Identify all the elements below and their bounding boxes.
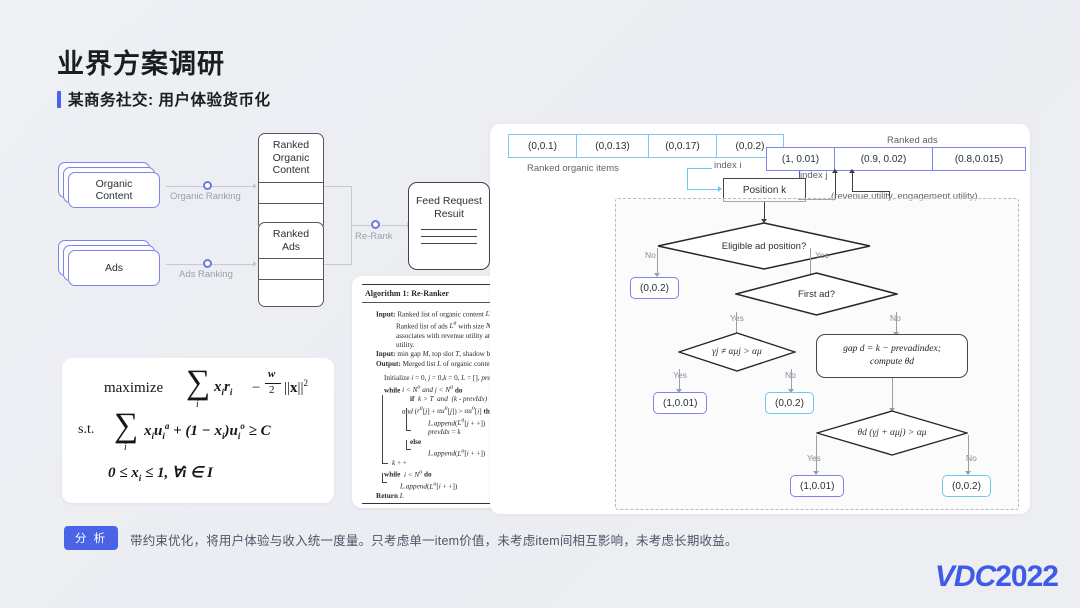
formula-line2-prefix: s.t. <box>78 422 95 437</box>
node-dot-organic-ranking <box>203 181 212 190</box>
analysis-badge: 分 析 <box>64 526 118 550</box>
arrow-head-ads <box>253 260 257 267</box>
decision-eligible-ad-position: Eligible ad position? <box>657 222 871 270</box>
result-line <box>421 243 477 244</box>
algorithm-bracket <box>382 395 383 463</box>
decision-theta-compare: θd (γj + αμj) > αμ <box>816 410 968 456</box>
formula-sum-symbol-1: ∑ <box>186 364 211 401</box>
index-i-arrowhead <box>718 186 722 192</box>
ads-label: Ads <box>68 250 160 286</box>
formula-sum-index-2: i <box>124 442 127 453</box>
formula-line1-prefix: maximize <box>104 380 164 396</box>
algorithm-bracket <box>382 463 388 464</box>
page-subtitle: 某商务社交: 用户体验货币化 <box>68 92 271 109</box>
subtitle-group: 某商务社交: 用户体验货币化 <box>57 88 270 110</box>
connector-label-rerank: Re-Rank <box>355 231 393 242</box>
formula-w: w <box>268 368 276 380</box>
vdc-logo-mark: VDC <box>934 560 996 593</box>
node-dot-rerank <box>371 220 380 229</box>
algorithm-bracket <box>406 408 407 430</box>
vdc-logo-year: 2022 <box>995 560 1059 593</box>
algorithm-bracket <box>382 482 387 483</box>
ad-cell: (0.8,0.015) <box>932 147 1026 171</box>
index-i-line-h <box>687 168 712 170</box>
index-i-line-v <box>687 168 689 189</box>
ranked-organic-title: Ranked Organic Content <box>259 134 323 183</box>
ranked-organic-items-label: Ranked organic items <box>527 163 619 174</box>
formula-line3: 0 ≤ xi ≤ 1, ∀i ∈ I <box>108 465 213 483</box>
vdc-logo: VDC2022 <box>934 560 1059 594</box>
organic-content-text: Organic Content <box>95 178 133 202</box>
ranked-ads-title: Ranked Ads <box>259 223 323 259</box>
page-title: 业界方案调研 <box>57 49 225 79</box>
subtitle-accent-bar <box>57 90 61 108</box>
ranked-ads-row <box>259 259 323 280</box>
theta-yes-label: Yes <box>807 453 821 463</box>
eligible-no-label: No <box>645 250 656 260</box>
ranked-ads-label: Ranked ads <box>887 135 938 146</box>
arrow-head-organic <box>253 182 257 189</box>
index-i-label: index i <box>714 160 742 171</box>
node-dot-ads-ranking <box>203 259 212 268</box>
organic-cell: (0,0.1) <box>508 134 576 158</box>
result-line <box>421 236 477 237</box>
ad-cell: (0.9, 0.02) <box>834 147 932 171</box>
gap-compute-box: gap d = k − prevadindex; compute θd <box>816 334 968 378</box>
index-i-line-h2 <box>687 189 719 191</box>
outcome-no-eligible: (0,0.2) <box>630 277 679 299</box>
theta-no-arrow <box>968 435 970 473</box>
decision-first-ad: First ad? <box>735 272 898 316</box>
ranked-organic-content-box: Ranked Organic Content <box>258 133 324 231</box>
slide-root: 业界方案调研 某商务社交: 用户体验货币化 Organic Content Ads… <box>0 0 1080 608</box>
algorithm-bracket <box>406 449 411 450</box>
ad-cell: (1, 0.01) <box>766 147 834 171</box>
feed-request-result-box: Feed Request Resuit <box>408 182 490 270</box>
merge-line-bottom <box>324 264 352 265</box>
gap-compute-label: gap d = k − prevadindex; compute θd <box>843 344 941 367</box>
formula-2: 2 <box>269 384 275 396</box>
organic-cell: (0,0.17) <box>648 134 716 158</box>
algorithm-bracket <box>382 473 383 482</box>
outcome-gamma-yes: (1,0.01) <box>653 392 708 414</box>
ranked-organic-items-row: (0,0.1) (0,0.13) (0,0.17) (0,0.2) <box>508 134 784 158</box>
connector-label-ads-ranking: Ads Ranking <box>179 269 233 280</box>
ranked-ads-box: Ranked Ads <box>258 222 324 307</box>
formula-minus: − <box>252 380 261 396</box>
feed-request-result-label: Feed Request Resuit <box>416 195 482 220</box>
first-ad-no-arrow <box>896 312 898 334</box>
organic-cell: (0,0.13) <box>576 134 648 158</box>
ads-text: Ads <box>104 262 124 274</box>
utility-arrow-2-v <box>852 172 854 192</box>
connector-label-organic-ranking: Organic Ranking <box>170 191 241 202</box>
ranked-ads-row <box>259 280 323 306</box>
utility-arrow-1-head <box>832 169 838 173</box>
gamma-no-arrow <box>791 369 793 391</box>
analysis-text: 带约束优化，将用户体验与收入统一度量。只考虑单一item价值，未考虑item间相… <box>130 534 738 548</box>
eligible-no-arrow <box>657 248 659 275</box>
theta-yes-arrow <box>816 435 818 473</box>
outcome-theta-no: (0,0.2) <box>942 475 991 497</box>
optimization-formula-card: maximize ∑ i xiri − w 2 ||x||2 s.t. ∑ i … <box>62 358 334 503</box>
result-line <box>421 229 477 230</box>
merge-line-top <box>324 186 352 187</box>
organic-content-label: Organic Content <box>68 172 160 208</box>
formula-sum-index-1: i <box>196 399 199 410</box>
algorithm-bracket <box>406 440 407 449</box>
utility-arrow-2-head <box>849 169 855 173</box>
merge-line-out <box>351 225 411 226</box>
outcome-theta-yes: (1,0.01) <box>790 475 845 497</box>
ranked-organic-row <box>259 183 323 204</box>
algorithm-bracket <box>406 430 411 431</box>
formula-sum-symbol-2: ∑ <box>114 407 139 444</box>
formula-norm: ||x||2 <box>284 378 309 396</box>
gamma-yes-arrow <box>679 369 681 391</box>
ranked-ads-row: (1, 0.01) (0.9, 0.02) (0.8,0.015) <box>766 147 1026 171</box>
gap-to-theta-arrow <box>892 378 894 410</box>
outcome-gamma-no: (0,0.2) <box>765 392 814 414</box>
decision-gamma-compare: γj ≠ αμj > αμ <box>678 332 796 372</box>
formula-term-xr: xiri <box>214 379 233 397</box>
eligible-yes-label: Yes <box>815 250 829 260</box>
formula-term-constraint: xiuia + (1 − xi)uio ≥ C <box>144 421 271 441</box>
